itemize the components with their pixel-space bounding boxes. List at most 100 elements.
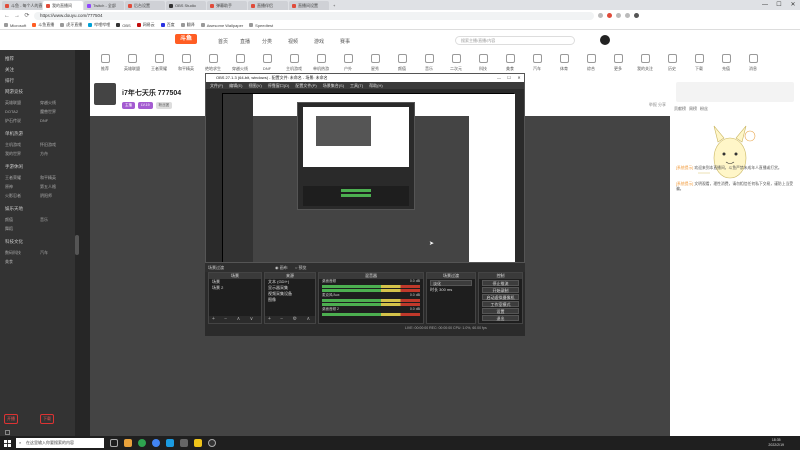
sidebar-item[interactable]: 王者荣耀 bbox=[5, 175, 21, 181]
sidebar-item[interactable]: 阴阳师 bbox=[40, 193, 52, 199]
category-item[interactable]: 消息 bbox=[742, 54, 764, 72]
browser-tab[interactable]: 斗鱼 - 每个人的直播 bbox=[2, 1, 42, 10]
sidebar-section-head[interactable]: 排行 bbox=[5, 78, 14, 84]
taskbar-clock[interactable]: 18:35 2022/2/19 bbox=[768, 438, 784, 448]
browser-tab[interactable]: Twitch - 全部 bbox=[84, 1, 124, 10]
sidebar-button[interactable]: 开播 bbox=[4, 414, 18, 424]
category-item[interactable]: 颜值 bbox=[391, 54, 413, 72]
browser-tab[interactable]: 后台设置 bbox=[125, 1, 165, 10]
sidebar-section-head[interactable]: 科技文化 bbox=[5, 239, 23, 245]
sidebar-item[interactable]: 舞蹈 bbox=[5, 226, 13, 232]
sidebar-section-head[interactable]: 单机热游 bbox=[5, 131, 23, 137]
obs-close-button[interactable]: ✕ bbox=[514, 74, 524, 82]
room-tag[interactable]: 粉丝团 bbox=[155, 102, 173, 109]
nav-item[interactable]: 首页 bbox=[218, 38, 228, 45]
task-view-icon[interactable] bbox=[110, 439, 118, 447]
file-explorer-icon[interactable] bbox=[124, 439, 132, 447]
bookmark[interactable]: 翻译 bbox=[180, 22, 195, 28]
wechat-icon[interactable] bbox=[138, 439, 146, 447]
sidebar-item[interactable]: 原神 bbox=[5, 184, 13, 190]
sidebar-item[interactable]: 我的世界 bbox=[5, 151, 21, 157]
sidebar-item[interactable]: 方舟 bbox=[40, 151, 48, 157]
browser-tab-active[interactable]: 我的直播间 bbox=[43, 1, 83, 10]
bookmark[interactable]: 百度 bbox=[160, 22, 175, 28]
transition-duration[interactable]: 时长 300 ms bbox=[427, 287, 475, 293]
obs-menu-item[interactable]: 帮助(H) bbox=[369, 82, 383, 89]
streamer-avatar[interactable] bbox=[94, 83, 116, 105]
category-item[interactable]: 二次元 bbox=[445, 54, 467, 72]
sidebar-section-head[interactable]: 网游竞技 bbox=[5, 89, 23, 95]
category-item[interactable]: 英雄联盟 bbox=[121, 54, 143, 72]
bookmark[interactable]: Awesome Wallpaper bbox=[200, 23, 243, 28]
sidebar-item[interactable]: 怀旧游戏 bbox=[40, 142, 56, 148]
category-item[interactable]: 推荐 bbox=[94, 54, 116, 72]
sidebar-section-head[interactable]: 关注 bbox=[5, 67, 14, 73]
category-item[interactable]: DNF bbox=[256, 54, 278, 71]
reload-icon[interactable]: ⟳ bbox=[24, 13, 30, 19]
sidebar-item[interactable]: 火影忍者 bbox=[5, 193, 21, 199]
bookmark[interactable]: 网易云 bbox=[136, 22, 155, 28]
category-item[interactable]: 充值 bbox=[715, 54, 737, 72]
bookmark[interactable]: 哔哩哔哩 bbox=[88, 22, 110, 28]
volume-meter[interactable] bbox=[322, 285, 420, 288]
close-button[interactable]: ✕ bbox=[786, 0, 800, 10]
nav-item[interactable]: 赛事 bbox=[340, 38, 350, 45]
minimize-button[interactable]: — bbox=[758, 0, 772, 10]
dock-toolbar[interactable]: + − ∧ ∨ bbox=[209, 316, 261, 323]
category-item[interactable]: 历史 bbox=[661, 54, 683, 72]
sidebar-item[interactable]: 音乐 bbox=[40, 217, 48, 223]
settings-icon[interactable] bbox=[5, 430, 10, 435]
edge-icon[interactable] bbox=[166, 439, 174, 447]
sidebar-item[interactable]: 主机游戏 bbox=[5, 142, 21, 148]
category-item[interactable]: 王者荣耀 bbox=[148, 54, 170, 72]
category-item[interactable]: 单机热游 bbox=[310, 54, 332, 72]
nav-item[interactable]: 分类 bbox=[262, 38, 272, 45]
bookmark[interactable]: Speedtest bbox=[249, 23, 273, 28]
sidebar-section-head[interactable]: 娱乐天地 bbox=[5, 206, 23, 212]
rank-tab[interactable]: 粉丝 bbox=[700, 106, 708, 114]
scene-item[interactable]: 场景 2 bbox=[209, 285, 261, 291]
sidebar-item[interactable]: 炉石传说 bbox=[5, 118, 21, 124]
stop-streaming-button[interactable]: 停止推流 bbox=[482, 280, 519, 286]
obs-menu-item[interactable]: 停靠窗口(D) bbox=[268, 82, 290, 89]
category-item[interactable]: 绝地求生 bbox=[202, 54, 224, 72]
obs-icon[interactable] bbox=[208, 439, 216, 447]
virtual-camera-button[interactable]: 启动虚拟摄像机 bbox=[482, 294, 519, 300]
category-item[interactable]: 户外 bbox=[337, 54, 359, 72]
sidebar-item[interactable]: 和平精英 bbox=[40, 175, 56, 181]
url-input[interactable]: https://www.douyu.com/777504 bbox=[34, 11, 594, 20]
browser-tab[interactable]: 弹幕助手 bbox=[207, 1, 247, 10]
profile-icon[interactable] bbox=[634, 13, 639, 18]
category-item[interactable]: 主机游戏 bbox=[283, 54, 305, 72]
nav-item[interactable]: 直播 bbox=[240, 38, 250, 45]
volume-meter[interactable] bbox=[322, 313, 420, 316]
sidebar-section-head[interactable]: 手游休闲 bbox=[5, 164, 23, 170]
nav-item[interactable]: 视频 bbox=[288, 38, 298, 45]
browser-tab[interactable]: 直播间设置 bbox=[289, 1, 329, 10]
start-recording-button[interactable]: 开始录制 bbox=[482, 287, 519, 293]
obs-menu-item[interactable]: 工具(T) bbox=[350, 82, 363, 89]
obs-menu-item[interactable]: 文件(F) bbox=[210, 82, 223, 89]
maximize-button[interactable]: ☐ bbox=[772, 0, 786, 10]
obs-menu-item[interactable]: 编辑(E) bbox=[229, 82, 242, 89]
category-item[interactable]: 体育 bbox=[553, 54, 575, 72]
obs-preview-radio[interactable]: ○ 预览 bbox=[295, 265, 307, 271]
studio-mode-button[interactable]: 工作室模式 bbox=[482, 301, 519, 307]
sidebar-item[interactable]: 穿越火线 bbox=[40, 100, 56, 106]
sidebar-item[interactable]: 第五人格 bbox=[40, 184, 56, 190]
category-item[interactable]: 综合 bbox=[580, 54, 602, 72]
app-icon[interactable] bbox=[194, 439, 202, 447]
obs-menu-item[interactable]: 配置文件(P) bbox=[295, 82, 316, 89]
bookmark[interactable]: 虎牙直播 bbox=[60, 22, 82, 28]
category-item[interactable]: 美食 bbox=[499, 54, 521, 72]
sidebar-item[interactable]: 汽车 bbox=[40, 250, 48, 256]
steam-icon[interactable] bbox=[180, 439, 188, 447]
volume-meter[interactable] bbox=[322, 303, 420, 306]
source-item[interactable]: 图像 bbox=[265, 297, 315, 303]
volume-meter[interactable] bbox=[322, 299, 420, 302]
sidebar-item[interactable]: 数码科技 bbox=[5, 250, 21, 256]
obs-menu-item[interactable]: 场景集合(S) bbox=[323, 82, 344, 89]
room-actions[interactable]: 举报 分享 bbox=[649, 102, 666, 108]
exit-button[interactable]: 退出 bbox=[482, 315, 519, 321]
volume-meter[interactable] bbox=[322, 289, 420, 292]
